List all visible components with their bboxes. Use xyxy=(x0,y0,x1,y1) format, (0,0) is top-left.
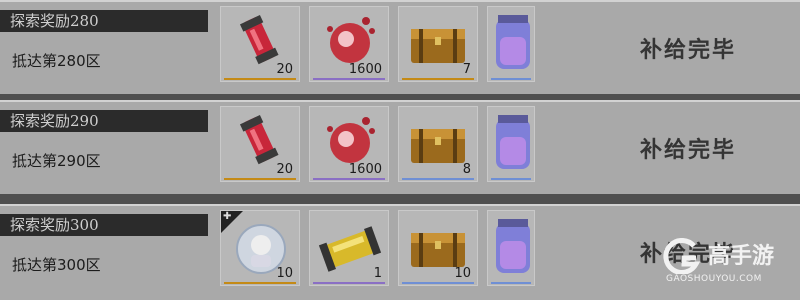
reward-item[interactable]: 1 xyxy=(309,210,389,286)
rarity-bar xyxy=(224,78,296,80)
row-title: 探索奖励290 xyxy=(0,110,208,132)
row-subtitle: 抵达第300区 xyxy=(12,256,101,274)
reward-item[interactable]: 1600 xyxy=(309,6,389,82)
rarity-bar xyxy=(224,282,296,284)
item-quantity: 1600 xyxy=(348,62,382,77)
rarity-bar xyxy=(224,178,296,180)
reward-item[interactable]: 1600 xyxy=(309,106,389,182)
reward-item[interactable]: 7 xyxy=(398,6,478,82)
item-quantity: 10 xyxy=(454,266,471,281)
reward-row-280: 探索奖励280 抵达第280区 20 1600 7 补给完毕 xyxy=(0,0,800,94)
item-quantity: 1600 xyxy=(348,162,382,177)
watermark-brand: 高手游 xyxy=(708,244,775,269)
rarity-bar xyxy=(313,282,385,284)
item-quantity: 7 xyxy=(462,62,471,77)
watermark: 高手游 GAOSHOUYOU.COM xyxy=(662,234,792,292)
reward-row-290: 探索奖励290 抵达第290区 20 1600 8 补给完毕 xyxy=(0,100,800,194)
item-quantity: 8 xyxy=(462,162,471,177)
reward-item[interactable] xyxy=(487,6,535,82)
rarity-bar xyxy=(402,178,474,180)
reward-item[interactable]: ✚ 10 xyxy=(220,210,300,286)
reward-item[interactable] xyxy=(487,106,535,182)
potion-jar-icon xyxy=(496,219,530,273)
reward-item[interactable]: 10 xyxy=(398,210,478,286)
row-subtitle: 抵达第280区 xyxy=(12,52,101,70)
potion-jar-icon xyxy=(496,115,530,169)
rarity-bar xyxy=(491,282,531,284)
rarity-bar xyxy=(313,178,385,180)
status-label: 补给完毕 xyxy=(639,38,736,63)
reward-item[interactable] xyxy=(487,210,535,286)
rarity-bar xyxy=(402,282,474,284)
row-title: 探索奖励280 xyxy=(0,10,208,32)
reward-item[interactable]: 20 xyxy=(220,106,300,182)
potion-jar-icon xyxy=(496,15,530,69)
brand-logo-icon xyxy=(663,238,701,274)
row-subtitle: 抵达第290区 xyxy=(12,152,101,170)
rarity-bar xyxy=(402,78,474,80)
rarity-bar xyxy=(313,78,385,80)
rarity-bar xyxy=(491,78,531,80)
watermark-url: GAOSHOUYOU.COM xyxy=(666,274,762,284)
status-label: 补给完毕 xyxy=(639,138,736,163)
item-quantity: 20 xyxy=(276,62,293,77)
reward-item[interactable]: 20 xyxy=(220,6,300,82)
item-quantity: 10 xyxy=(276,266,293,281)
item-quantity: 20 xyxy=(276,162,293,177)
item-quantity: 1 xyxy=(373,266,382,281)
reward-item[interactable]: 8 xyxy=(398,106,478,182)
rarity-bar xyxy=(491,178,531,180)
row-title: 探索奖励300 xyxy=(0,214,208,236)
